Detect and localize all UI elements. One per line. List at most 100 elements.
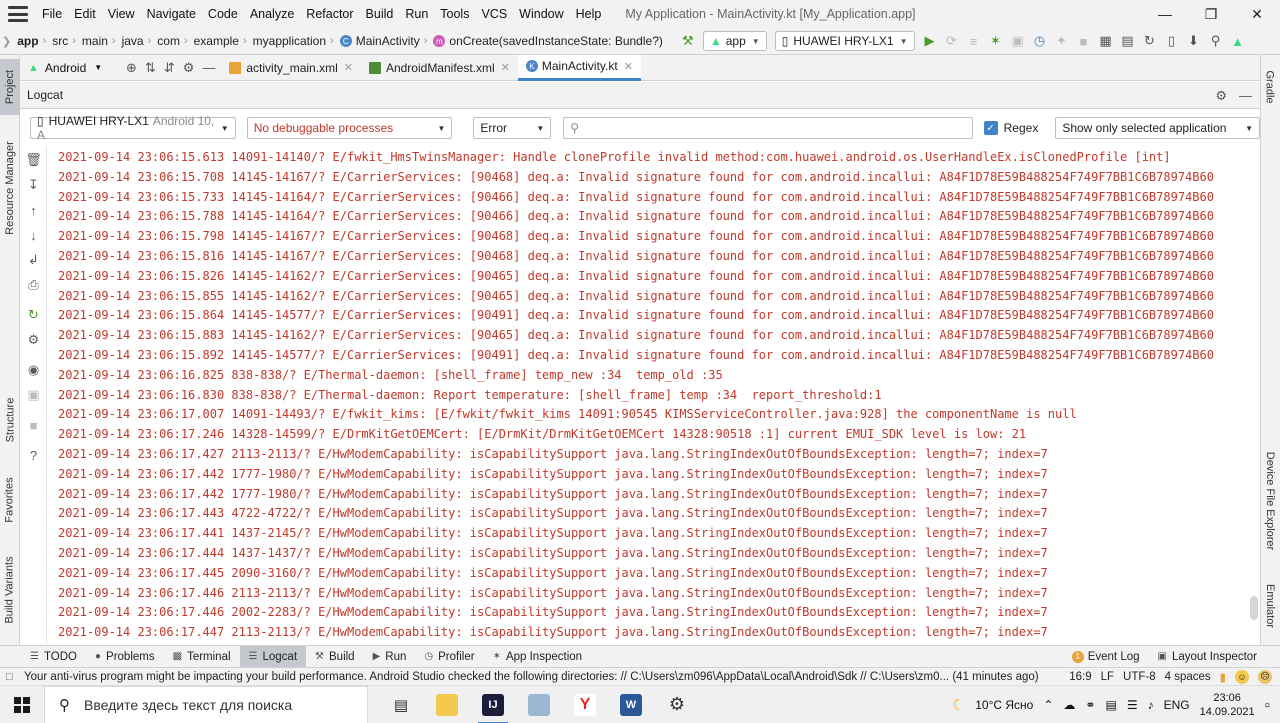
network-icon[interactable]: ▤ [1105, 698, 1116, 712]
search-everywhere-icon[interactable]: ⚲ [1205, 30, 1227, 52]
breadcrumb-com[interactable]: com [153, 34, 182, 48]
collapse-all-icon[interactable]: ⇵ [164, 60, 175, 76]
device-filter-select[interactable]: ▯ HUAWEI HRY-LX1 Android 10, A ▼ [30, 114, 236, 142]
coverage-icon[interactable]: ▣ [1007, 30, 1029, 52]
intellij-taskbar-icon[interactable]: IJ [470, 686, 516, 723]
status-toggle-icon[interactable]: □ [6, 671, 13, 683]
stop-icon[interactable]: ■ [1073, 30, 1095, 52]
tool-tab-resource-manager[interactable]: Resource Manager [0, 133, 20, 243]
file-explorer-icon[interactable] [424, 686, 470, 723]
indent-setting[interactable]: 4 spaces [1165, 671, 1211, 683]
settings-taskbar-icon[interactable]: ⚙ [654, 686, 700, 723]
bottom-tab-event-log[interactable]: 1 Event Log [1063, 646, 1149, 668]
breadcrumb-method[interactable]: m onCreate(savedInstanceState: Bundle?) [429, 34, 664, 48]
regex-checkbox[interactable]: ✓ Regex [983, 121, 1038, 135]
bottom-tab-terminal[interactable]: ▩ Terminal [164, 646, 240, 668]
hammer-icon[interactable]: ⚒ [677, 30, 699, 52]
menu-vcs[interactable]: VCS [475, 7, 513, 21]
run-icon[interactable]: ▶ [919, 30, 941, 52]
attach-debugger-icon[interactable]: ✦ [1051, 30, 1073, 52]
help-icon[interactable]: ? [20, 445, 47, 465]
onedrive-icon[interactable]: ☁ [1063, 698, 1075, 712]
weather-moon-icon[interactable]: ☾ [952, 696, 965, 714]
close-tab-icon[interactable]: ✕ [344, 61, 353, 74]
menu-window[interactable]: Window [513, 7, 569, 21]
camera-icon[interactable]: ◉ [20, 360, 47, 380]
scroll-to-end-icon[interactable]: ↧ [20, 175, 47, 195]
project-view-select[interactable]: ▲ Android ▼ [20, 61, 120, 75]
restore-icon[interactable]: ❐ [1188, 0, 1234, 28]
restart-icon[interactable]: ↻ [20, 305, 47, 325]
locate-icon[interactable]: ⊕ [126, 60, 137, 76]
settings-gear-icon[interactable]: ⚙ [183, 60, 195, 76]
volume-icon[interactable]: ♪ [1148, 698, 1154, 712]
apply-changes-icon[interactable]: ⟳ [941, 30, 963, 52]
settings-gear-icon[interactable]: ⚙ [1215, 88, 1227, 104]
photos-taskbar-icon[interactable] [516, 686, 562, 723]
trash-icon[interactable]: 🗑 [20, 150, 47, 170]
bottom-tab-run[interactable]: ▶ Run [364, 646, 416, 668]
log-level-select[interactable]: Error ▼ [473, 117, 552, 139]
hamburger-menu-icon[interactable] [8, 6, 28, 22]
bottom-tab-todo[interactable]: ☰ TODO [0, 646, 86, 668]
minimize-icon[interactable]: — [1142, 0, 1188, 28]
status-message[interactable]: Your anti-virus program might be impacti… [0, 671, 1040, 683]
run-config-select[interactable]: ▲ app ▼ [702, 31, 767, 51]
microphone-icon[interactable]: ⚭ [1085, 698, 1095, 712]
tool-tab-emulator[interactable]: Emulator [1260, 573, 1280, 639]
feedback-smiley-icon[interactable]: ☺ [1235, 669, 1249, 684]
bottom-tab-logcat[interactable]: ☰ Logcat [239, 645, 307, 668]
apply-code-changes-icon[interactable]: ≡ [963, 30, 985, 52]
breadcrumb-example[interactable]: example [190, 34, 241, 48]
menu-run[interactable]: Run [399, 7, 434, 21]
close-tab-icon[interactable]: ✕ [624, 60, 633, 73]
taskbar-clock[interactable]: 23:06 14.09.2021 [1200, 691, 1255, 719]
tool-tab-device-file-explorer[interactable]: Device File Explorer [1260, 441, 1280, 561]
line-separator[interactable]: LF [1101, 671, 1114, 683]
arrow-down-icon[interactable]: ↓ [20, 225, 47, 245]
feedback-sad-icon[interactable]: ☹ [1258, 669, 1272, 684]
video-icon[interactable]: ▣ [20, 385, 47, 405]
arrow-up-icon[interactable]: ↑ [20, 200, 47, 220]
tool-tab-project[interactable]: Project [0, 59, 20, 115]
menu-edit[interactable]: Edit [68, 7, 102, 21]
yandex-browser-icon[interactable]: Y [562, 686, 608, 723]
tab-android-manifest[interactable]: AndroidManifest.xml ✕ [361, 55, 518, 81]
wifi-icon[interactable]: ☰ [1127, 698, 1138, 712]
menu-help[interactable]: Help [570, 7, 608, 21]
profile-icon[interactable]: ◷ [1029, 30, 1051, 52]
hide-icon[interactable]: — [202, 60, 215, 75]
stop-icon[interactable]: ■ [20, 415, 47, 435]
word-taskbar-icon[interactable]: W [608, 686, 654, 723]
windows-start-button[interactable] [0, 686, 44, 723]
breadcrumb-app[interactable]: app [13, 34, 40, 48]
menu-code[interactable]: Code [202, 7, 244, 21]
lock-icon[interactable]: ▮ [1220, 670, 1226, 684]
avd-manager-icon[interactable]: ▯ [1161, 30, 1183, 52]
ide-logo-icon[interactable]: ▲ [1227, 30, 1249, 52]
menu-build[interactable]: Build [360, 7, 400, 21]
app-filter-select[interactable]: Show only selected application ▼ [1055, 117, 1260, 139]
breadcrumb-java[interactable]: java [118, 34, 146, 48]
expand-all-icon[interactable]: ⇅ [145, 60, 156, 76]
sync-gradle-icon[interactable]: ↻ [1139, 30, 1161, 52]
menu-analyze[interactable]: Analyze [244, 7, 300, 21]
chevron-up-icon[interactable]: ⌃ [1043, 698, 1053, 712]
tool-tab-structure[interactable]: Structure [0, 385, 20, 455]
bottom-tab-build[interactable]: ⚒ Build [306, 646, 364, 668]
bottom-tab-profiler[interactable]: ◷ Profiler [415, 646, 483, 668]
menu-navigate[interactable]: Navigate [141, 7, 202, 21]
bottom-tab-layout-inspector[interactable]: ▣ Layout Inspector [1149, 646, 1266, 668]
print-icon[interactable]: ⎙ [20, 275, 47, 295]
logcat-scrollbar[interactable] [1250, 596, 1258, 620]
task-view-icon[interactable]: ▤ [378, 686, 424, 723]
breadcrumb-main[interactable]: main [78, 34, 110, 48]
close-window-icon[interactable]: ✕ [1234, 0, 1280, 28]
tool-tab-gradle[interactable]: Gradle [1260, 61, 1280, 113]
close-tab-icon[interactable]: ✕ [501, 61, 510, 74]
hide-panel-icon[interactable]: — [1239, 88, 1252, 103]
logcat-search-input[interactable]: ⚲ [563, 117, 973, 139]
breadcrumb-class[interactable]: C MainActivity [336, 34, 422, 48]
notification-icon[interactable]: ▫ [1265, 697, 1270, 714]
bottom-tab-app-inspection[interactable]: ✶ App Inspection [484, 646, 591, 668]
